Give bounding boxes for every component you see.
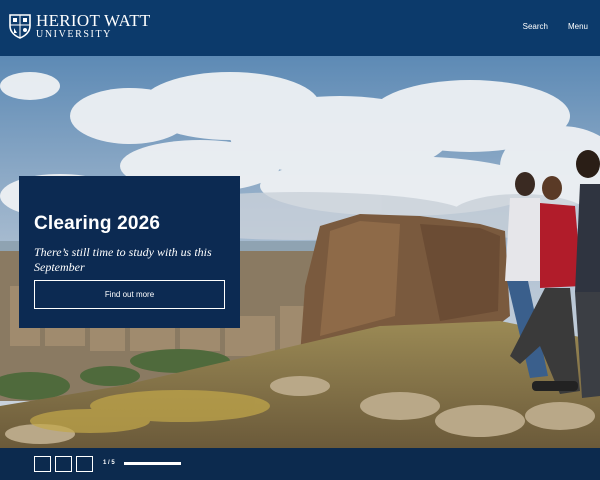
carousel-controls: 1 / 5 xyxy=(0,448,600,480)
logo-line2: UNIVERSITY xyxy=(36,29,112,40)
find-out-more-button[interactable]: Find out more xyxy=(34,280,225,309)
hero-image: Clearing 2026 There’s still time to stud… xyxy=(0,56,600,448)
slide-progress-bar xyxy=(124,462,181,465)
menu-link[interactable]: Menu xyxy=(568,22,588,31)
promo-subtitle: There’s still time to study with us this… xyxy=(34,245,212,274)
slide-counter: 1 / 5 xyxy=(103,460,115,466)
search-link[interactable]: Search xyxy=(523,22,548,31)
promo-title: Clearing 2026 xyxy=(34,213,161,234)
university-logo[interactable]: HERIOT WATT UNIVERSITY xyxy=(8,12,151,40)
slide-selector-1[interactable] xyxy=(34,456,51,472)
site-header: HERIOT WATT UNIVERSITY Search Menu xyxy=(0,0,600,56)
slide-selectors xyxy=(34,456,93,472)
logo-line1: HERIOT WATT xyxy=(36,11,151,30)
header-nav: Search Menu xyxy=(523,22,588,31)
promo-card: Clearing 2026 There’s still time to stud… xyxy=(19,176,240,328)
slide-selector-2[interactable] xyxy=(55,456,72,472)
logo-text: HERIOT WATT UNIVERSITY xyxy=(36,12,151,40)
slide-selector-3[interactable] xyxy=(76,456,93,472)
crest-icon xyxy=(9,14,31,39)
